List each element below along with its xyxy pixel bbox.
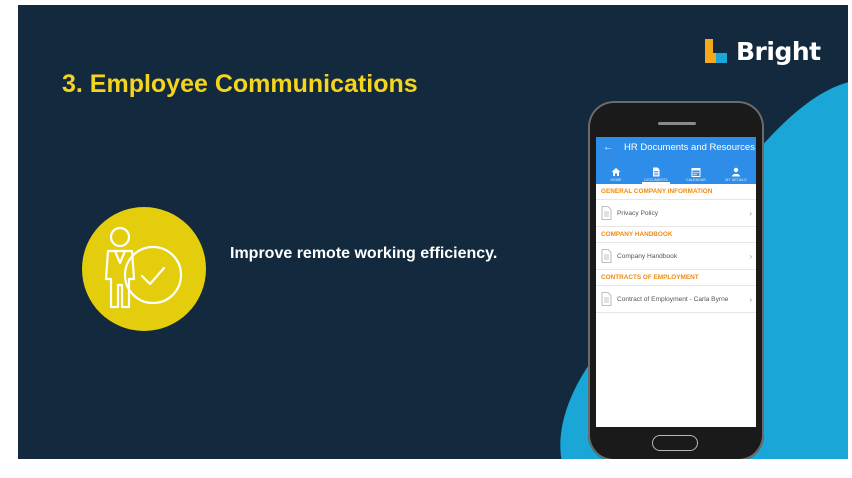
section-header-general: GENERAL COMPANY INFORMATION — [596, 184, 756, 200]
phone-home-button — [652, 435, 698, 451]
chevron-right-icon: › — [749, 208, 752, 218]
tab-my-details[interactable]: MY DETAILS — [716, 158, 756, 184]
slide: 3. Employee Communications Bright Improv… — [18, 5, 848, 459]
tab-documents[interactable]: DOCUMENTS — [636, 158, 676, 184]
calendar-icon — [691, 168, 701, 177]
tab-bar: HOME DOCUMENTS CALENDAR MY DETAILS — [596, 158, 756, 184]
list-item-privacy-policy[interactable]: Privacy Policy › — [596, 200, 756, 227]
list-item-contract-of-employment[interactable]: Contract of Employment - Carla Byrne › — [596, 286, 756, 313]
chevron-right-icon: › — [749, 294, 752, 304]
section-header-contracts: CONTRACTS OF EMPLOYMENT — [596, 270, 756, 286]
employee-check-icon — [104, 226, 183, 309]
tab-home[interactable]: HOME — [596, 158, 636, 184]
document-icon — [601, 206, 612, 220]
section-header-handbook: COMPANY HANDBOOK — [596, 227, 756, 243]
list-item-company-handbook[interactable]: Company Handbook › — [596, 243, 756, 270]
app-bar: ← HR Documents and Resources — [596, 137, 756, 158]
bright-logo-icon — [705, 39, 727, 63]
bright-logo: Bright — [702, 35, 821, 67]
person-icon — [732, 167, 740, 177]
back-arrow-icon[interactable]: ← — [596, 142, 620, 153]
phone-screen: ← HR Documents and Resources HOME DOCUME… — [596, 137, 756, 427]
logo-text: Bright — [736, 36, 821, 66]
document-icon — [601, 292, 612, 306]
phone-mockup: ← HR Documents and Resources HOME DOCUME… — [588, 101, 764, 459]
phone-speaker — [658, 122, 696, 125]
slide-title: 3. Employee Communications — [62, 70, 418, 98]
tab-calendar[interactable]: CALENDAR — [676, 158, 716, 184]
document-icon — [653, 167, 660, 177]
feature-text: Improve remote working efficiency. — [230, 245, 498, 262]
app-title: HR Documents and Resources — [624, 142, 755, 153]
feature-icon-circle — [82, 207, 206, 331]
document-icon — [601, 249, 612, 263]
chevron-right-icon: › — [749, 251, 752, 261]
home-icon — [611, 168, 621, 176]
